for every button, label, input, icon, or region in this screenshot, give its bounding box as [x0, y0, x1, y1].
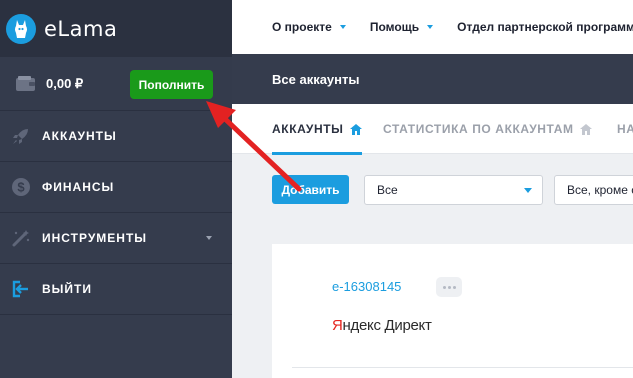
- dollar-icon: $: [11, 177, 31, 197]
- svg-text:$: $: [17, 180, 25, 195]
- tab-accounts[interactable]: АККАУНТЫ: [272, 104, 362, 155]
- sidebar-item-label: АККАУНТЫ: [42, 129, 117, 143]
- balance-row: 0,00 ₽ Пополнить: [0, 57, 232, 111]
- divider: [292, 367, 633, 368]
- select-value: Все, кроме с: [567, 183, 633, 197]
- status-filter-select[interactable]: Все, кроме с: [554, 175, 633, 205]
- nav-item-label: Помощь: [369, 20, 420, 34]
- topup-button[interactable]: Пополнить: [130, 70, 213, 99]
- page-title: Все аккаунты: [272, 71, 360, 87]
- tab-label: СТАТИСТИКА ПО АККАУНТАМ: [383, 122, 574, 136]
- sidebar-item-label: ИНСТРУМЕНТЫ: [42, 231, 148, 245]
- home-icon: [349, 123, 362, 135]
- tab-active-indicator: [272, 152, 362, 155]
- tab-more[interactable]: НА: [617, 104, 633, 154]
- nav-item-label: О проекте: [272, 20, 332, 34]
- sidebar-item-logout[interactable]: ВЫЙТИ: [0, 264, 232, 315]
- dot: [452, 285, 456, 289]
- more-options-button[interactable]: [436, 277, 462, 297]
- sidebar-item-label: ВЫЙТИ: [42, 282, 92, 296]
- chevron-down-icon: [427, 25, 434, 29]
- home-icon: [579, 123, 592, 135]
- select-value: Все: [377, 183, 398, 197]
- wallet-icon: [16, 76, 35, 91]
- sidebar: eLama 0,00 ₽ Пополнить АККАУНТЫ $ ФИНАНС…: [0, 0, 232, 378]
- top-navigation: О проекте Помощь Отдел партнерской прогр…: [232, 0, 633, 54]
- chevron-down-icon: [339, 25, 346, 29]
- nav-item-help[interactable]: Помощь: [369, 20, 434, 34]
- balance-amount: 0,00 ₽: [46, 75, 84, 91]
- tab-bar: АККАУНТЫ СТАТИСТИКА ПО АККАУНТАМ НА: [232, 104, 633, 155]
- logo-bar: eLama: [0, 0, 232, 57]
- add-account-button[interactable]: Добавить: [272, 175, 349, 204]
- logo-first-letter: Я: [332, 317, 343, 334]
- account-filter-select[interactable]: Все: [364, 175, 543, 205]
- tab-label: НА: [617, 122, 633, 136]
- tab-label: АККАУНТЫ: [272, 122, 344, 136]
- dot: [442, 285, 446, 289]
- sidebar-item-tools[interactable]: ИНСТРУМЕНТЫ: [0, 213, 232, 264]
- logo-rest: ндекс Директ: [342, 317, 432, 334]
- magic-wand-icon: [11, 228, 31, 248]
- logout-icon: [11, 279, 31, 299]
- account-card: e-16308145 Яндекс Директ: [272, 244, 633, 378]
- nav-item-partners[interactable]: Отдел партнерской программ: [457, 20, 633, 34]
- nav-item-about[interactable]: О проекте: [272, 20, 346, 34]
- tab-statistics[interactable]: СТАТИСТИКА ПО АККАУНТАМ: [383, 104, 592, 154]
- account-id-link[interactable]: e-16308145: [332, 279, 401, 294]
- chevron-down-icon: [524, 188, 532, 193]
- page-title-bar: Все аккаунты: [232, 54, 633, 104]
- sidebar-item-finance[interactable]: $ ФИНАНСЫ: [0, 162, 232, 213]
- sidebar-item-label: ФИНАНСЫ: [42, 180, 115, 194]
- dot: [447, 285, 451, 289]
- logo-text[interactable]: eLama: [44, 17, 117, 41]
- chevron-down-icon: [206, 236, 212, 240]
- rocket-icon: [11, 126, 31, 146]
- yandex-direct-logo: Яндекс Директ: [332, 317, 432, 334]
- sidebar-item-accounts[interactable]: АККАУНТЫ: [0, 111, 232, 162]
- llama-logo-icon[interactable]: [6, 13, 36, 44]
- nav-item-label: Отдел партнерской программ: [457, 20, 633, 34]
